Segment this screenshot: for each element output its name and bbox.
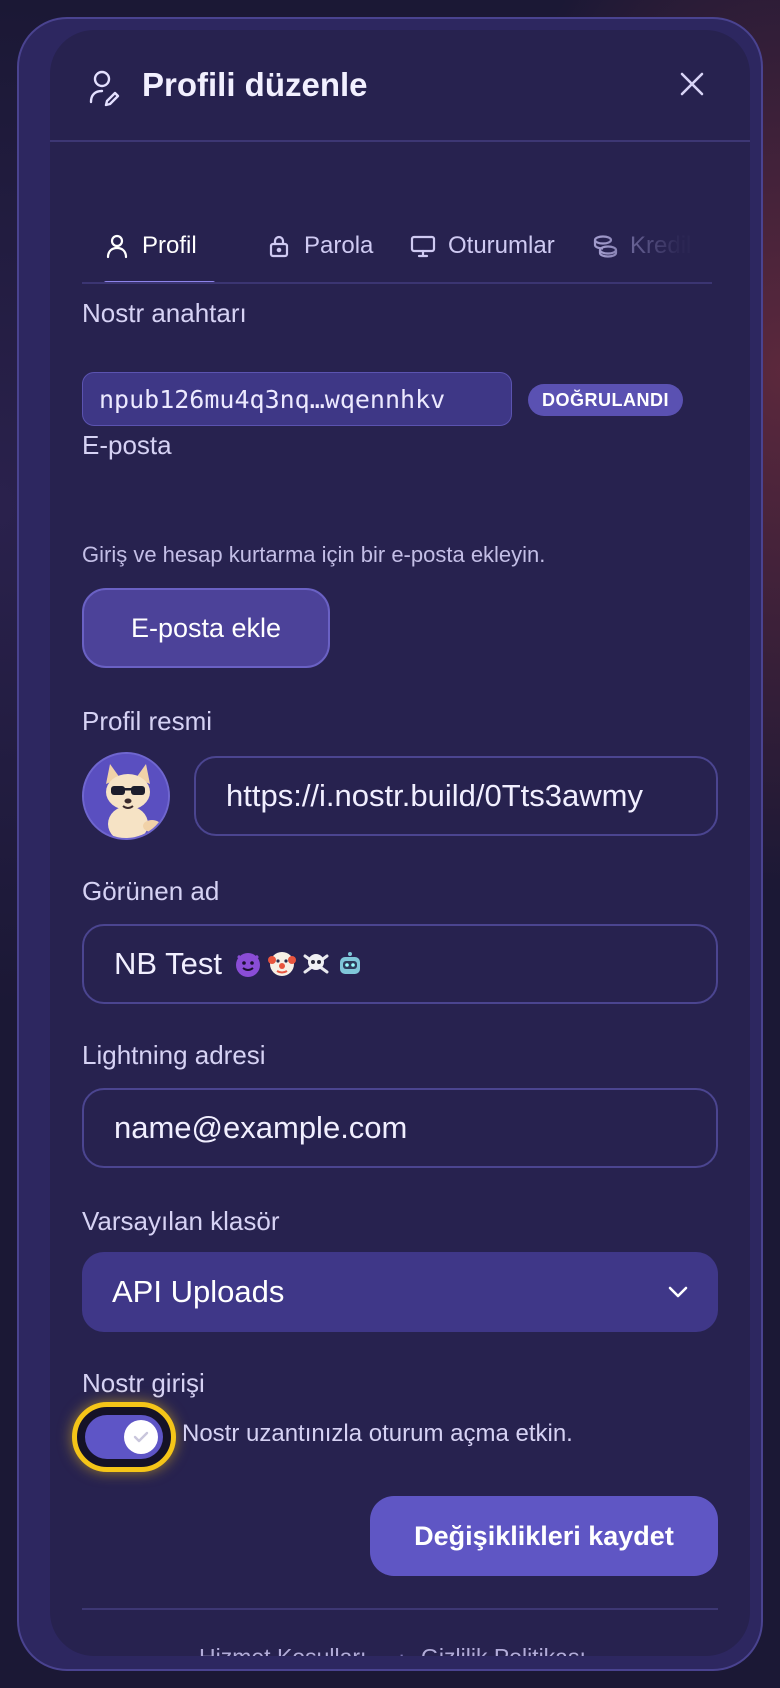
skull-crossbones-emoji-icon [302,950,330,978]
close-icon[interactable] [676,68,708,100]
user-edit-icon [89,70,120,107]
lightning-address-label: Lightning adresi [82,1040,266,1070]
verified-badge: DOĞRULANDI [528,384,683,416]
display-name-input[interactable]: NB Test [82,924,718,1004]
modal-header: Profili düzenle [50,30,750,142]
avatar [82,752,170,840]
smiling-devil-emoji-icon [234,950,262,978]
add-email-button[interactable]: E-posta ekle [82,588,330,668]
lightning-address-input[interactable]: name@example.com [82,1088,718,1168]
terms-of-service-link[interactable]: Hizmet Koşulları [199,1644,366,1656]
save-changes-button[interactable]: Değişiklikleri kaydet [370,1496,718,1576]
nostr-login-toggle[interactable] [72,1402,176,1472]
email-label: E-posta [82,430,172,460]
tab-label: Kredil [630,232,692,259]
modal-title: Profili düzenle [142,66,368,103]
check-icon [133,1431,149,1443]
clown-emoji-icon [267,950,296,978]
footer-divider [82,1608,718,1610]
nostr-key-label: Nostr anahtarı [82,298,247,328]
tab-profil[interactable]: Profil [104,208,215,282]
toggle-knob [124,1420,158,1454]
email-helper-text: Giriş ve hesap kurtarma için bir e-posta… [82,542,546,567]
display-name-value: NB Test [114,946,222,981]
robot-emoji-icon [336,950,364,978]
coins-icon [593,235,618,258]
monitor-icon [410,235,436,258]
tab-krediler[interactable]: Kredil [592,208,692,282]
lock-icon [269,235,289,258]
tab-label: Profil [142,232,197,259]
nostr-key-value: npub126mu4q3nq…wqennhkv [82,372,512,426]
tab-label: Parola [304,232,374,259]
nostr-login-status-text: Nostr uzantınızla oturum açma etkin. [182,1420,573,1447]
privacy-policy-link[interactable]: Gizlilik Politikası [421,1644,586,1656]
chevron-down-icon [668,1286,688,1298]
tab-parola[interactable]: Parola [266,208,374,282]
footer-separator: · [398,1642,406,1656]
tab-oturumlar[interactable]: Oturumlar [410,208,555,282]
default-folder-label: Varsayılan klasör [82,1206,280,1236]
tab-bar: Profil Parola Oturumlar Kredil [82,208,712,284]
dog-avatar-icon [84,754,168,838]
user-icon [106,234,128,259]
tab-label: Oturumlar [448,232,555,259]
toggle-track [85,1415,163,1459]
edit-profile-modal: Profili düzenle Profil Parola Oturumlar … [50,30,750,1656]
display-name-label: Görünen ad [82,876,220,906]
nostr-login-label: Nostr girişi [82,1368,205,1398]
default-folder-value: API Uploads [112,1274,285,1309]
profile-image-url-input[interactable]: https://i.nostr.build/0Tts3awmy [194,756,718,836]
default-folder-select[interactable]: API Uploads [82,1252,718,1332]
profile-image-label: Profil resmi [82,706,213,736]
